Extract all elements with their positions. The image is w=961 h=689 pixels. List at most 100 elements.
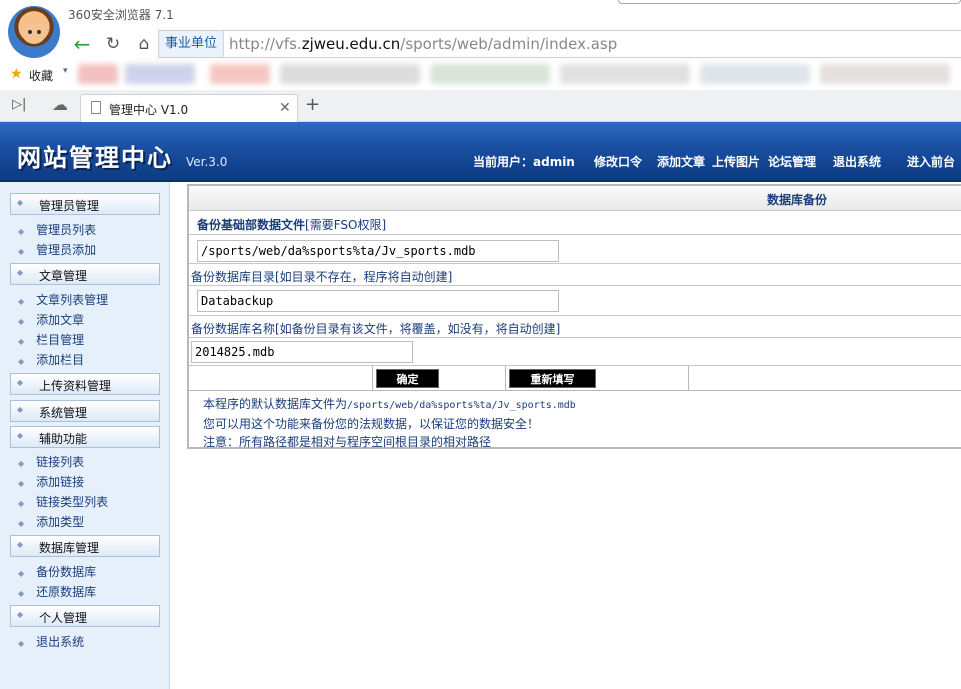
menu-group-title: 数据库管理 bbox=[39, 541, 100, 555]
source-file-input[interactable]: /sports/web/da%sports%ta/Jv_sports.mdb bbox=[197, 240, 559, 262]
sidebar-item-logout[interactable]: ◆ 退出系统 bbox=[18, 633, 84, 650]
sidebar-item-link-add[interactable]: ◆ 添加链接 bbox=[18, 473, 84, 490]
back-icon[interactable]: ← bbox=[70, 32, 94, 56]
cell-divider bbox=[688, 366, 689, 391]
note-default-prefix: 本程序的默认数据库文件为 bbox=[203, 397, 348, 411]
confirm-button[interactable]: 确定 bbox=[376, 369, 439, 388]
site-header: 网站管理中心 Ver.3.0 当前用户：admin 修改口令 添加文章 上传图片… bbox=[0, 122, 961, 182]
form-row: 2014825.mdb bbox=[189, 338, 961, 366]
menu-group-tools[interactable]: ◆ 辅助功能 bbox=[10, 426, 160, 448]
sidebar-item-column-manage[interactable]: ◆ 栏目管理 bbox=[18, 331, 84, 348]
bullet-icon: ◆ bbox=[17, 268, 24, 277]
reset-button[interactable]: 重新填写 bbox=[509, 369, 596, 388]
blurred-bookmark[interactable] bbox=[125, 64, 195, 84]
backup-dir-label: 备份数据库目录[如目录不存在，程序将自动创建] bbox=[191, 270, 453, 284]
home-icon[interactable]: ⌂ bbox=[132, 32, 156, 56]
button-row: 确定 重新填写 bbox=[189, 366, 961, 391]
backup-name-input[interactable]: 2014825.mdb bbox=[191, 341, 413, 363]
chevron-down-icon[interactable]: ▾ bbox=[63, 66, 68, 76]
menu-group-title: 辅助功能 bbox=[39, 432, 88, 446]
site-version: Ver.3.0 bbox=[186, 155, 228, 169]
nav-upload-image[interactable]: 上传图片 bbox=[712, 153, 760, 170]
cloud-icon[interactable]: ☁ bbox=[52, 95, 68, 114]
sidebar-item-link-type-list[interactable]: ◆ 链接类型列表 bbox=[18, 493, 108, 510]
logo-eye bbox=[37, 30, 41, 34]
nav-add-article[interactable]: 添加文章 bbox=[657, 153, 705, 170]
logo-eye bbox=[28, 30, 32, 34]
nav-forum-manage[interactable]: 论坛管理 bbox=[768, 153, 816, 170]
url-text[interactable]: http://vfs.zjweu.edu.cn/sports/web/admin… bbox=[229, 31, 617, 57]
nav-change-password[interactable]: 修改口令 bbox=[594, 153, 642, 170]
cell-divider bbox=[372, 366, 373, 391]
menu-group-admin[interactable]: ◆ 管理员管理 bbox=[10, 193, 160, 215]
sidebar: ◆ 管理员管理 ◆ 管理员列表 ◆ 管理员添加 ◆ 文章管理 ◆ 文章列表管理 ◆ 添加… bbox=[0, 182, 170, 689]
address-bar[interactable]: 事业单位 http://vfs.zjweu.edu.cn/sports/web/… bbox=[158, 30, 961, 58]
sidebar-item-label: 管理员添加 bbox=[36, 243, 97, 257]
blurred-bookmark[interactable] bbox=[280, 64, 420, 84]
backup-dir-input[interactable]: Databackup bbox=[197, 290, 559, 312]
reload-icon[interactable]: ↻ bbox=[101, 32, 125, 56]
sidebar-item-link-list[interactable]: ◆ 链接列表 bbox=[18, 453, 84, 470]
site-logo: 网站管理中心 bbox=[17, 144, 173, 172]
blurred-bookmark[interactable] bbox=[560, 64, 690, 84]
blurred-bookmark[interactable] bbox=[210, 64, 270, 84]
menu-group-title: 系统管理 bbox=[39, 406, 88, 420]
sidebar-item-article-list[interactable]: ◆ 文章列表管理 bbox=[18, 291, 108, 308]
bullet-icon: ◆ bbox=[18, 519, 25, 528]
menu-group-system[interactable]: ◆ 系统管理 bbox=[10, 400, 160, 422]
browser-logo[interactable] bbox=[8, 6, 60, 58]
window-controls[interactable] bbox=[618, 0, 961, 4]
menu-group-title: 上传资料管理 bbox=[39, 379, 112, 393]
sidebar-item-db-backup[interactable]: ◆ 备份数据库 bbox=[18, 563, 96, 580]
menu-group-article[interactable]: ◆ 文章管理 bbox=[10, 263, 160, 285]
bookmarks-label[interactable]: 收藏 bbox=[29, 67, 53, 84]
blurred-bookmark[interactable] bbox=[78, 64, 118, 84]
url-path: /sports/web/admin/index.asp bbox=[400, 35, 618, 53]
bullet-icon: ◆ bbox=[18, 639, 25, 648]
bullet-icon: ◆ bbox=[18, 499, 25, 508]
blurred-bookmark[interactable] bbox=[820, 64, 950, 84]
bullet-icon: ◆ bbox=[18, 317, 25, 326]
blurred-bookmark[interactable] bbox=[700, 64, 810, 84]
source-file-label: 备份基础部数据文件[需要FSO权限] bbox=[197, 216, 386, 233]
bullet-icon: ◆ bbox=[18, 459, 25, 468]
tab-bar: ▷| ☁ 管理中心 V1.0 ✕ + bbox=[0, 90, 961, 123]
tab-active[interactable]: 管理中心 V1.0 ✕ bbox=[80, 94, 298, 123]
bullet-icon: ◆ bbox=[17, 431, 24, 440]
url-domain: zjweu.edu.cn bbox=[301, 35, 401, 53]
current-user: 当前用户：admin bbox=[473, 155, 575, 169]
sidebar-item-article-add[interactable]: ◆ 添加文章 bbox=[18, 311, 84, 328]
sidebar-item-label: 文章列表管理 bbox=[36, 293, 109, 307]
bullet-icon: ◆ bbox=[18, 479, 25, 488]
sidebar-item-label: 添加链接 bbox=[36, 475, 85, 489]
blurred-bookmark[interactable] bbox=[430, 64, 550, 84]
sidebar-item-label: 退出系统 bbox=[36, 635, 85, 649]
nav-logout[interactable]: 退出系统 bbox=[833, 153, 881, 170]
bullet-icon: ◆ bbox=[18, 297, 25, 306]
sidebar-item-column-add[interactable]: ◆ 添加栏目 bbox=[18, 351, 84, 368]
browser-toolbar: 360安全浏览器 7.1 ← ↻ ⌂ 事业单位 http://vfs.zjweu… bbox=[0, 0, 961, 90]
sidebar-item-admin-add[interactable]: ◆ 管理员添加 bbox=[18, 241, 96, 258]
nav-enter-front[interactable]: 进入前台 bbox=[907, 153, 955, 170]
form-row: 备份数据库目录[如目录不存在，程序将自动创建] bbox=[189, 264, 961, 286]
sidebar-item-label: 链接列表 bbox=[36, 455, 85, 469]
sidebar-item-db-restore[interactable]: ◆ 还原数据库 bbox=[18, 583, 96, 600]
bullet-icon: ◆ bbox=[17, 610, 24, 619]
sidebar-item-type-add[interactable]: ◆ 添加类型 bbox=[18, 513, 84, 530]
site-identity-badge[interactable]: 事业单位 bbox=[159, 31, 225, 57]
menu-group-personal[interactable]: ◆ 个人管理 bbox=[10, 605, 160, 627]
menu-group-title: 管理员管理 bbox=[39, 199, 100, 213]
menu-group-database[interactable]: ◆ 数据库管理 bbox=[10, 535, 160, 557]
sidebar-item-label: 添加栏目 bbox=[36, 353, 85, 367]
note-backup: 您可以用这个功能来备份您的法规数据，以保证您的数据安全！ bbox=[203, 417, 540, 431]
sidebar-toggle-icon[interactable]: ▷| bbox=[12, 97, 26, 112]
sidebar-item-label: 链接类型列表 bbox=[36, 495, 109, 509]
url-prefix: http://vfs. bbox=[229, 35, 302, 53]
sidebar-item-admin-list[interactable]: ◆ 管理员列表 bbox=[18, 221, 96, 238]
logo-face bbox=[22, 22, 46, 44]
menu-group-upload[interactable]: ◆ 上传资料管理 bbox=[10, 373, 160, 395]
plus-icon[interactable]: + bbox=[305, 94, 320, 115]
close-icon[interactable]: ✕ bbox=[279, 100, 291, 116]
star-icon[interactable]: ★ bbox=[10, 66, 23, 82]
web-page: 网站管理中心 Ver.3.0 当前用户：admin 修改口令 添加文章 上传图片… bbox=[0, 122, 961, 689]
